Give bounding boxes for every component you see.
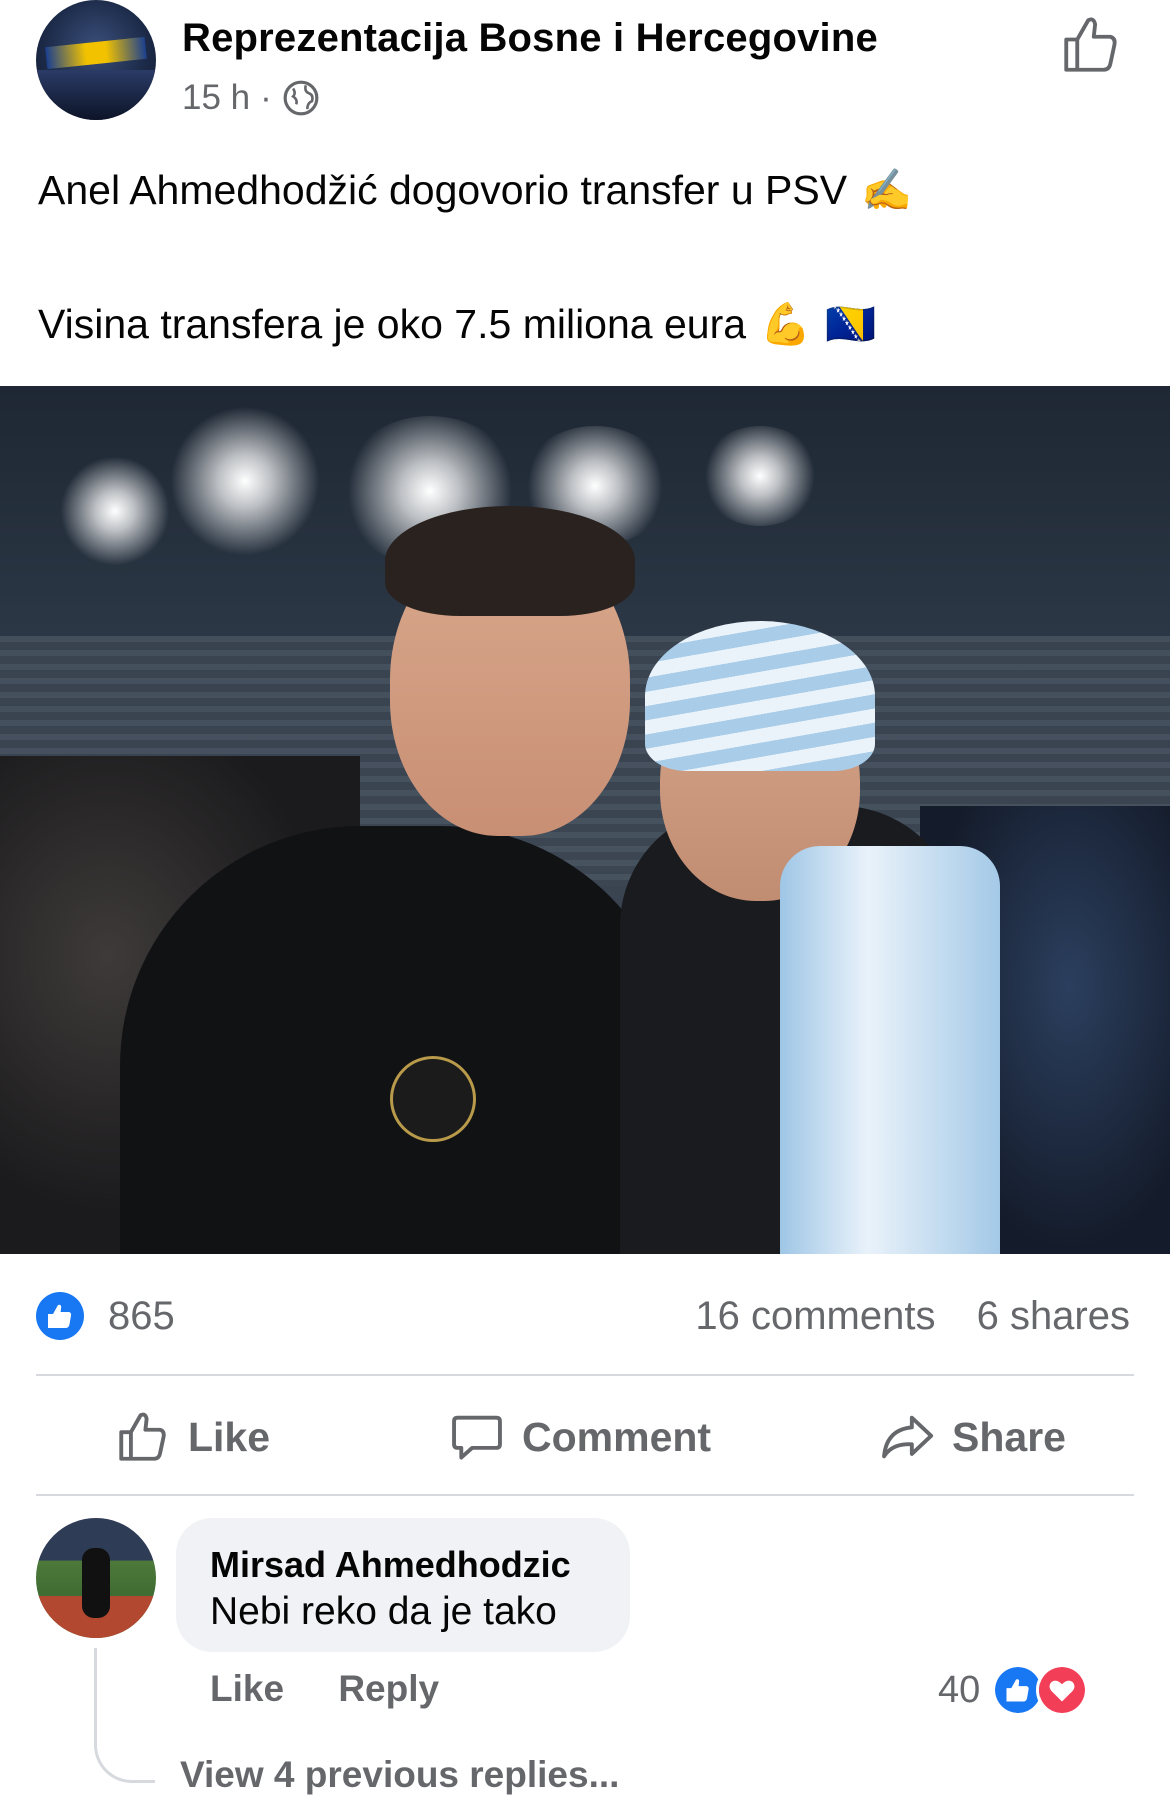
page-avatar[interactable]	[36, 0, 156, 120]
avatar-flag	[45, 36, 147, 70]
comment-button-label: Comment	[522, 1413, 712, 1460]
post-text-line-1: Anel Ahmedhodžić dogovorio transfer u PS…	[38, 158, 912, 222]
shares-count[interactable]: 6 shares	[977, 1294, 1130, 1338]
comment-button[interactable]: Comment	[448, 1384, 711, 1490]
thumbs-up-icon	[119, 1412, 166, 1461]
photo-kid-hat	[645, 621, 875, 771]
reactions-row: 865 16 comments 6 shares	[0, 1290, 1170, 1346]
post-text: Anel Ahmedhodžić dogovorio transfer u PS…	[38, 158, 912, 356]
meta-separator: ·	[260, 78, 272, 117]
post-header: Reprezentacija Bosne i Hercegovine 15 h …	[0, 0, 1170, 140]
comment-bubble: Mirsad Ahmedhodzic Nebi reko da je tako	[176, 1518, 630, 1652]
post-time[interactable]: 15 h	[182, 78, 250, 118]
page-name[interactable]: Reprezentacija Bosne i Hercegovine	[182, 16, 878, 61]
globe-icon	[283, 80, 319, 116]
flexed-biceps-emoji: 💪	[760, 301, 812, 347]
stadium-light	[700, 426, 820, 526]
commenter-avatar[interactable]	[36, 1518, 156, 1638]
comment-reply-button[interactable]: Reply	[338, 1668, 439, 1709]
photo-player-body	[120, 826, 680, 1254]
share-arrow-icon	[882, 1415, 934, 1459]
photo-kid-scarf	[780, 846, 1000, 1254]
photo-club-badge	[390, 1056, 476, 1142]
bosnia-flag-emoji: 🇧🇦	[825, 301, 877, 347]
like-button[interactable]: Like	[114, 1384, 270, 1490]
avatar-person	[82, 1548, 110, 1618]
comment-like-button[interactable]: Like	[210, 1668, 284, 1709]
share-button[interactable]: Share	[878, 1384, 1066, 1490]
comment-share-counts: 16 comments 6 shares	[695, 1294, 1130, 1339]
post-meta: 15 h ·	[182, 78, 320, 118]
reply-thread-line	[94, 1648, 155, 1783]
comment-actions: Like Reply	[210, 1668, 439, 1710]
action-bar: Like Comment Share	[0, 1384, 1170, 1490]
reaction-count[interactable]: 865	[108, 1294, 175, 1339]
thumbs-up-outline-icon[interactable]	[1058, 12, 1124, 78]
speech-bubble-icon	[452, 1415, 502, 1460]
post-text-line-1-content: Anel Ahmedhodžić dogovorio transfer u PS…	[38, 167, 848, 213]
comment-text: Nebi reko da je tako	[210, 1590, 557, 1633]
post-text-line-2-content: Visina transfera je oko 7.5 miliona eura	[38, 301, 747, 347]
divider-bottom	[36, 1494, 1134, 1496]
divider-top	[36, 1374, 1134, 1376]
post-photo[interactable]	[0, 386, 1170, 1254]
avatar-crowd	[36, 70, 156, 120]
comments-count[interactable]: 16 comments	[695, 1294, 935, 1338]
writing-hand-emoji: ✍️	[861, 167, 913, 213]
like-reaction-icon[interactable]	[36, 1292, 84, 1340]
comment-reaction-count: 40	[938, 1668, 981, 1711]
view-previous-replies[interactable]: View 4 previous replies...	[180, 1754, 619, 1796]
love-reaction-icon	[1036, 1664, 1089, 1716]
comment-author[interactable]: Mirsad Ahmedhodzic	[210, 1544, 571, 1586]
stadium-light	[60, 456, 170, 566]
post-text-line-2: Visina transfera je oko 7.5 miliona eura…	[38, 292, 912, 356]
share-button-label: Share	[952, 1413, 1066, 1460]
comment-reactions[interactable]: 40	[938, 1664, 1089, 1716]
stadium-light	[170, 406, 320, 556]
like-button-label: Like	[188, 1413, 271, 1460]
photo-player-hair	[385, 506, 635, 616]
